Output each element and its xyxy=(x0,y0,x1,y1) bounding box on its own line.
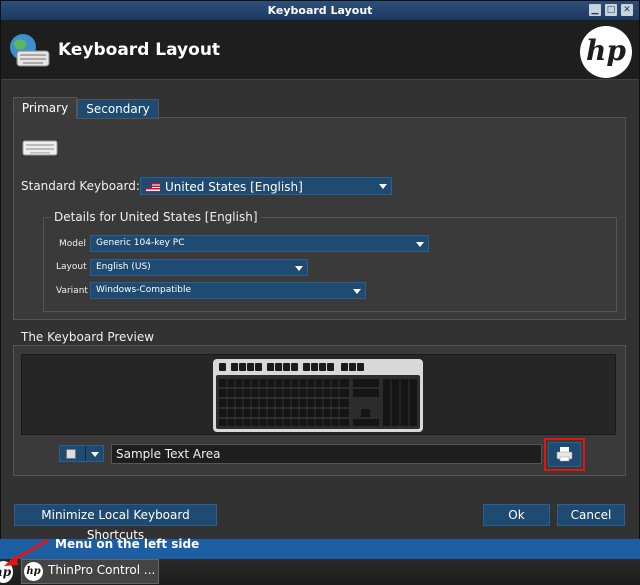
window-title: Keyboard Layout xyxy=(267,4,373,17)
preview-key-stepper[interactable] xyxy=(59,445,104,462)
background-text: Menu on the left side xyxy=(55,537,200,551)
cancel-button[interactable]: Cancel xyxy=(557,504,625,526)
layout-value: English (US) xyxy=(96,262,151,272)
variant-value: Windows-Compatible xyxy=(96,285,191,295)
taskbar-item-label: ThinPro Control ... xyxy=(48,563,156,577)
chevron-down-icon xyxy=(91,452,99,457)
standard-keyboard-select[interactable]: United States [English] xyxy=(140,177,392,195)
keyboard-preview-image xyxy=(213,359,423,432)
minimize-shortcuts-button[interactable]: Minimize Local Keyboard Shortcuts xyxy=(14,504,217,542)
red-arrow-annotation xyxy=(4,538,49,566)
dialog-title: Keyboard Layout xyxy=(58,40,221,60)
maximize-window-icon[interactable]: □ xyxy=(605,4,617,16)
variant-select[interactable]: Windows-Compatible xyxy=(90,282,366,299)
model-label: Model xyxy=(59,239,87,249)
us-flag-icon xyxy=(146,183,160,192)
variant-label: Variant xyxy=(56,286,88,296)
hp-logo: hp xyxy=(580,26,632,78)
keyboard-icon xyxy=(22,140,58,156)
window-controls: ▁ □ ✕ xyxy=(589,4,633,16)
dialog-header: Keyboard Layout hp xyxy=(1,20,639,80)
preview-title: The Keyboard Preview xyxy=(18,330,158,344)
chevron-down-icon xyxy=(416,241,424,247)
chevron-down-icon xyxy=(353,288,361,294)
window-titlebar[interactable]: Keyboard Layout ▁ □ ✕ xyxy=(1,1,639,20)
minimize-window-icon[interactable]: ▁ xyxy=(589,4,601,16)
chevron-down-icon xyxy=(295,265,303,271)
model-select[interactable]: Generic 104-key PC xyxy=(90,235,429,252)
layout-select[interactable]: English (US) xyxy=(90,259,308,276)
print-button[interactable] xyxy=(548,442,581,467)
globe-keyboard-icon xyxy=(10,34,50,67)
standard-keyboard-value: United States [English] xyxy=(165,180,303,194)
sample-text-input[interactable]: Sample Text Area xyxy=(111,444,542,464)
details-title: Details for United States [English] xyxy=(51,210,261,224)
printer-icon xyxy=(556,447,573,462)
close-window-icon[interactable]: ✕ xyxy=(621,4,633,16)
tab-secondary[interactable]: Secondary xyxy=(77,99,159,119)
key-square-icon xyxy=(66,449,76,459)
standard-keyboard-label: Standard Keyboard: xyxy=(21,179,140,193)
ok-button[interactable]: Ok xyxy=(483,504,550,526)
layout-label: Layout xyxy=(56,262,87,272)
model-value: Generic 104-key PC xyxy=(96,238,185,248)
chevron-down-icon xyxy=(379,184,387,189)
tab-primary[interactable]: Primary xyxy=(13,97,77,119)
